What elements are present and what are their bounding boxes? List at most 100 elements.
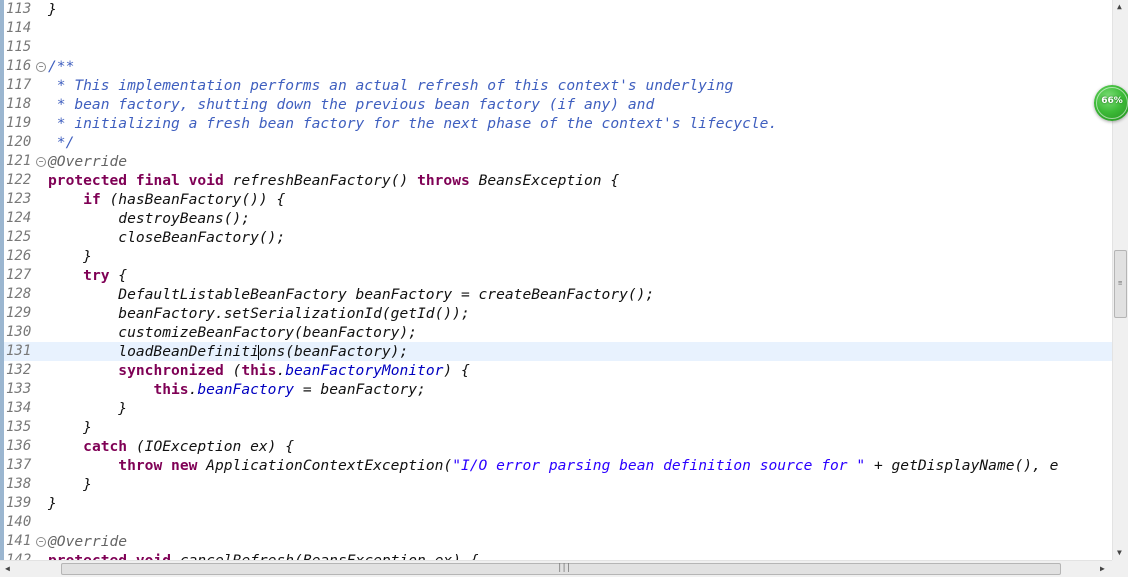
line-number: 136 [6,438,32,454]
code-text[interactable]: destroyBeans(); [48,209,250,228]
code-text[interactable]: protected void cancelRefresh(BeansExcept… [48,551,479,560]
code-line[interactable]: 128 DefaultListableBeanFactory beanFacto… [4,285,1112,304]
code-text[interactable]: if (hasBeanFactory()) { [48,190,285,209]
code-text[interactable]: try { [48,266,127,285]
code-token: { [109,267,128,284]
code-token: "I/O error parsing bean definition sourc… [452,457,866,474]
code-text[interactable]: customizeBeanFactory(beanFactory); [48,323,417,342]
code-line[interactable]: 121− @Override [4,152,1112,171]
code-line[interactable]: 125 closeBeanFactory(); [4,228,1112,247]
code-token: void [188,172,224,189]
code-token: } [48,495,57,512]
code-line[interactable]: 142 protected void cancelRefresh(BeansExc… [4,551,1112,560]
code-line[interactable]: 131 loadBeanDefinitions(beanFactory); [4,342,1112,361]
code-text[interactable]: * This implementation performs an actual… [48,76,734,95]
line-number: 137 [6,457,32,473]
code-text[interactable]: * initializing a fresh bean factory for … [48,114,777,133]
code-line[interactable]: 130 customizeBeanFactory(beanFactory); [4,323,1112,342]
code-text[interactable]: DefaultListableBeanFactory beanFactory =… [48,285,654,304]
code-text[interactable]: } [48,418,92,437]
code-line[interactable]: 129 beanFactory.setSerializationId(getId… [4,304,1112,323]
scroll-up-arrow-icon[interactable]: ▲ [1117,3,1122,11]
line-number: 118 [6,96,32,112]
code-line[interactable]: 115 [4,38,1112,57]
code-line[interactable]: 141− @Override [4,532,1112,551]
code-text[interactable]: } [48,494,57,513]
code-line[interactable]: 123 if (hasBeanFactory()) { [4,190,1112,209]
code-text[interactable]: throw new ApplicationContextException("I… [48,456,1058,475]
code-token: protected [48,552,127,560]
code-line[interactable]: 127 try { [4,266,1112,285]
code-line[interactable]: 116−/** [4,57,1112,76]
code-line[interactable]: 120 */ [4,133,1112,152]
code-text[interactable]: protected final void refreshBeanFactory(… [48,171,619,190]
code-line[interactable]: 139} [4,494,1112,513]
line-number: 114 [6,20,32,36]
code-line[interactable]: 140 [4,513,1112,532]
fold-toggle-icon[interactable]: − [36,62,46,72]
code-text[interactable]: } [48,399,127,418]
code-text[interactable]: @Override [48,152,127,171]
scroll-right-arrow-icon[interactable]: ▶ [1100,565,1105,573]
line-number: 120 [6,134,32,150]
line-number: 140 [6,514,32,530]
code-text[interactable]: catch (IOException ex) { [48,437,294,456]
code-text[interactable]: closeBeanFactory(); [48,228,285,247]
code-token: * bean factory, shutting down the previo… [48,96,655,113]
line-number: 129 [6,305,32,321]
code-token: protected [48,172,128,189]
horizontal-scrollbar[interactable]: ◀ ||| ▶ [0,560,1112,577]
code-line[interactable]: 122 protected final void refreshBeanFacto… [4,171,1112,190]
code-token: ApplicationContextException( [197,457,453,474]
code-line[interactable]: 138 } [4,475,1112,494]
code-text[interactable]: this.beanFactory = beanFactory; [48,380,425,399]
code-line[interactable]: 137 throw new ApplicationContextExceptio… [4,456,1112,475]
line-number: 133 [6,381,32,397]
line-number: 134 [6,400,32,416]
code-line[interactable]: 134 } [4,399,1112,418]
scroll-left-arrow-icon[interactable]: ◀ [5,565,10,573]
vertical-scroll-thumb[interactable]: ≡ [1114,250,1127,318]
code-text[interactable]: /** [48,57,74,76]
code-token: @Override [48,153,128,170]
code-token: ( [223,362,242,379]
progress-indicator[interactable]: 66% [1094,85,1128,121]
code-token: beanFactory.setSerializationId(getId()); [48,305,470,322]
code-line[interactable]: 136 catch (IOException ex) { [4,437,1112,456]
vertical-scrollbar[interactable]: ▲ ≡ ▼ [1112,0,1128,560]
code-token: /** [48,58,75,75]
code-text[interactable]: } [48,475,92,494]
code-line[interactable]: 124 destroyBeans(); [4,209,1112,228]
fold-toggle-icon[interactable]: − [36,157,46,167]
code-line[interactable]: 132 synchronized (this.beanFactoryMonito… [4,361,1112,380]
code-line[interactable]: 118 * bean factory, shutting down the pr… [4,95,1112,114]
code-line[interactable]: 117 * This implementation performs an ac… [4,76,1112,95]
grip-icon: ≡ [1118,279,1123,287]
code-token: (IOException ex) { [127,438,295,455]
code-token: } [48,419,92,436]
code-token: refreshBeanFactory() [223,172,418,189]
code-line[interactable]: 114 [4,19,1112,38]
line-number: 127 [6,267,32,283]
scroll-down-arrow-icon[interactable]: ▼ [1117,549,1122,557]
code-text[interactable]: } [48,0,57,19]
code-editor[interactable]: 113} 114 115 116−/** 117 * This implementati… [0,0,1112,560]
code-text[interactable]: beanFactory.setSerializationId(getId()); [48,304,470,323]
code-text[interactable]: @Override [48,532,127,551]
code-line[interactable]: 119 * initializing a fresh bean factory … [4,114,1112,133]
code-line[interactable]: 135 } [4,418,1112,437]
code-line[interactable]: 113} [4,0,1112,19]
code-line[interactable]: 133 this.beanFactory = beanFactory; [4,380,1112,399]
code-token: @Override [48,533,128,550]
code-text[interactable]: synchronized (this.beanFactoryMonitor) { [48,361,469,380]
code-text[interactable]: loadBeanDefinitions(beanFactory); [48,342,408,361]
fold-toggle-icon[interactable]: − [36,537,46,547]
code-text[interactable]: } [48,247,92,266]
code-text[interactable]: * bean factory, shutting down the previo… [48,95,654,114]
horizontal-scroll-thumb[interactable]: ||| [61,563,1061,575]
code-line[interactable]: 126 } [4,247,1112,266]
code-text[interactable]: */ [48,133,75,152]
